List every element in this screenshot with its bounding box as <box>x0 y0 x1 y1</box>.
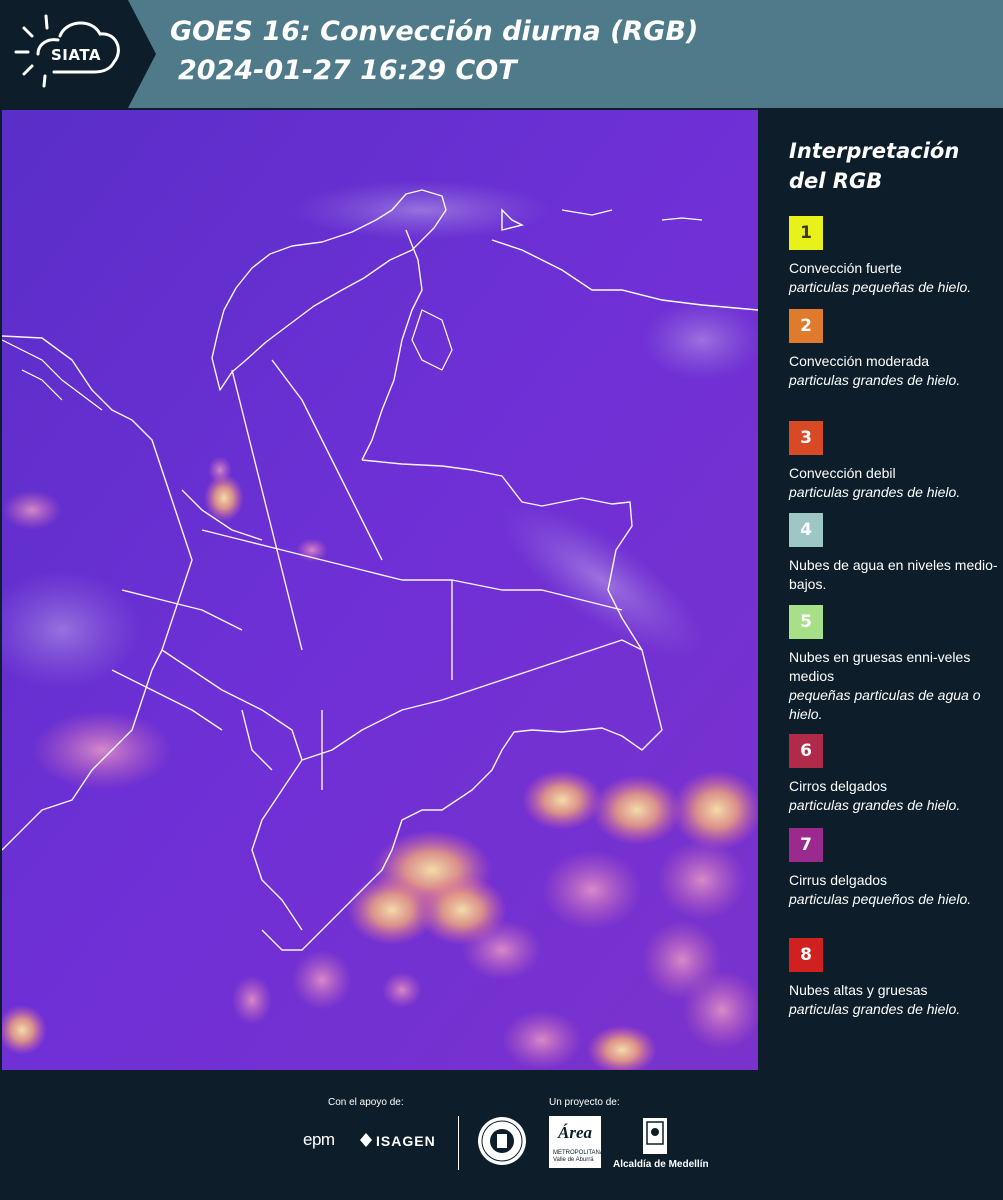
legend-item-7: 7 Cirrus delgados particulas pequeños de… <box>789 828 999 909</box>
legend-swatch-6: 6 <box>789 734 823 768</box>
isagen-logo[interactable]: ISAGEN <box>376 1133 436 1149</box>
legend-swatch-1: 1 <box>789 216 823 250</box>
footer: Con el apoyo de: Un proyecto de: epm ISA… <box>0 1070 1003 1200</box>
legend-item-subtitle: particulas pequeños de hielo. <box>789 891 972 907</box>
rgb-convection-image <box>2 110 758 1070</box>
isagen-mark-icon <box>360 1133 372 1147</box>
project-label: Un proyecto de: <box>549 1097 620 1108</box>
legend-item-title: Cirrus delgados <box>789 872 888 888</box>
legend-item-1: 1 Convección fuerte particulas pequeñas … <box>789 216 999 297</box>
rgb-legend: Interpretación del RGB 1 Convección fuer… <box>770 110 1000 1070</box>
legend-item-title: Convección debil <box>789 465 896 481</box>
university-seal-icon[interactable] <box>477 1116 527 1166</box>
siata-logo[interactable]: SIATA <box>0 0 128 108</box>
legend-swatch-4: 4 <box>789 513 823 547</box>
legend-swatch-3: 3 <box>789 421 823 455</box>
legend-item-4: 4 Nubes de agua en niveles medio-bajos. <box>789 513 999 594</box>
legend-item-subtitle: particulas grandes de hielo. <box>789 797 961 813</box>
legend-title-line1: Interpretación <box>789 139 960 163</box>
legend-item-subtitle: particulas grandes de hielo. <box>789 1001 961 1017</box>
area-logo-script: Área <box>558 1123 592 1142</box>
legend-swatch-7: 7 <box>789 828 823 862</box>
logo-chevron <box>128 0 156 108</box>
satellite-map[interactable] <box>2 110 758 1070</box>
legend-item-subtitle: particulas grandes de hielo. <box>789 372 961 388</box>
area-logo-label: METROPOLITANA Valle de Aburrá <box>553 1150 604 1163</box>
legend-item-subtitle: pequeñas particulas de agua o hielo. <box>789 687 981 722</box>
legend-item-6: 6 Cirros delgados particulas grandes de … <box>789 734 999 815</box>
legend-item-title: Cirros delgados <box>789 778 888 794</box>
legend-item-title: Nubes altas y gruesas <box>789 982 928 998</box>
alcaldia-label: Alcaldía de Medellín <box>613 1159 709 1170</box>
page-timestamp: 2024-01-27 16:29 COT <box>178 55 517 86</box>
legend-item-8: 8 Nubes altas y gruesas particulas grand… <box>789 938 999 1019</box>
legend-item-title: Convección moderada <box>789 353 930 369</box>
legend-item-title: Nubes de agua en niveles medio-bajos. <box>789 557 998 592</box>
footer-divider <box>458 1116 459 1170</box>
epm-logo[interactable]: epm <box>303 1130 335 1150</box>
legend-title: Interpretación del RGB <box>789 136 999 196</box>
legend-item-subtitle: particulas grandes de hielo. <box>789 484 961 500</box>
legend-item-3: 3 Convección debil particulas grandes de… <box>789 421 999 502</box>
legend-title-line2: del RGB <box>789 169 883 193</box>
siata-logo-text: SIATA <box>51 46 102 64</box>
legend-item-title: Convección fuerte <box>789 260 902 276</box>
legend-swatch-5: 5 <box>789 605 823 639</box>
legend-swatch-8: 8 <box>789 938 823 972</box>
legend-swatch-2: 2 <box>789 309 823 343</box>
page-title: GOES 16: Convección diurna (RGB) <box>170 16 699 47</box>
legend-item-subtitle: particulas pequeñas de hielo. <box>789 279 972 295</box>
legend-item-2: 2 Convección moderada particulas grandes… <box>789 309 999 390</box>
support-label: Con el apoyo de: <box>328 1097 404 1108</box>
legend-item-5: 5 Nubes en gruesas enni-veles medios peq… <box>789 605 999 724</box>
legend-item-title: Nubes en gruesas enni-veles medios <box>789 649 971 684</box>
alcaldia-emblem-icon[interactable] <box>643 1118 667 1154</box>
header-bar: SIATA GOES 16: Convección diurna (RGB) 2… <box>0 0 1003 108</box>
